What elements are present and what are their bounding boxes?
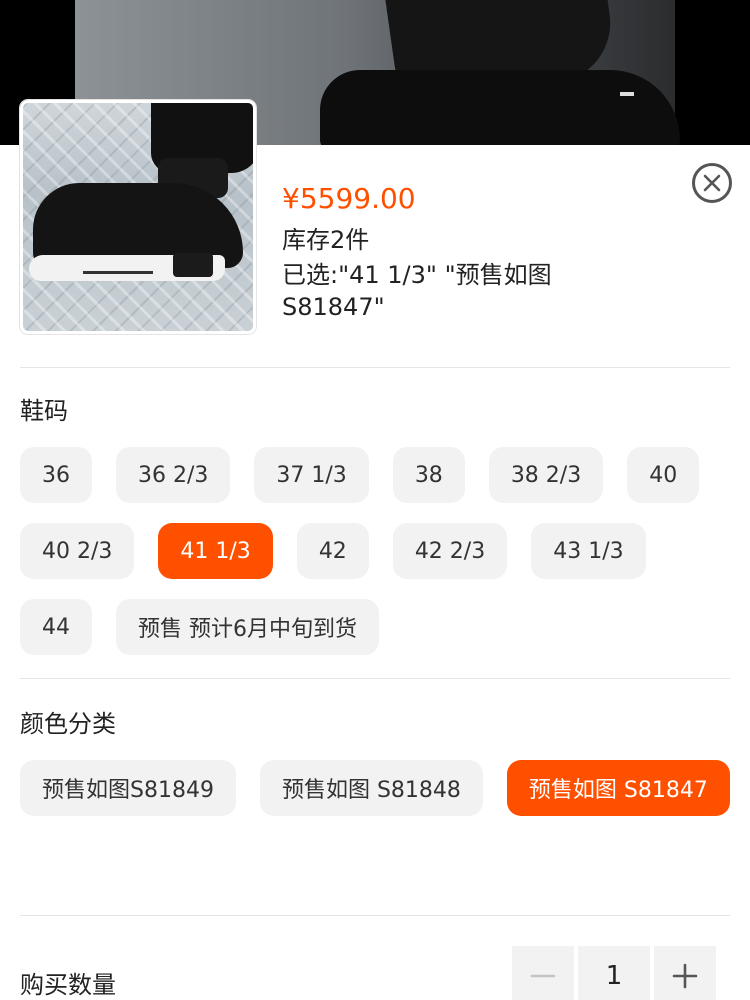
size-option[interactable]: 43 1/3: [531, 523, 646, 579]
color-section-title: 颜色分类: [20, 710, 116, 738]
close-icon: [703, 174, 721, 192]
size-option[interactable]: 40: [627, 447, 700, 503]
plus-icon: [672, 963, 698, 989]
background-logo-mark: [620, 92, 634, 96]
thumbnail-shoe-line: [83, 271, 153, 274]
product-stock: 库存2件: [282, 226, 370, 254]
size-option[interactable]: 38: [392, 447, 465, 503]
quantity-value[interactable]: 1: [578, 946, 650, 1000]
product-info: ¥5599.00 库存2件 已选:"41 1/3" "预售如图S81847": [282, 181, 682, 323]
size-option[interactable]: 36 2/3: [116, 447, 231, 503]
size-option[interactable]: 42 2/3: [392, 523, 508, 579]
selected-summary: 已选:"41 1/3" "预售如图S81847": [282, 261, 552, 321]
color-options: 预售如图S81849 预售如图 S81848 预售如图 S81847: [20, 760, 740, 816]
close-button[interactable]: [692, 163, 732, 203]
size-option[interactable]: 预售 预计6月中旬到货: [116, 599, 379, 655]
product-thumbnail: [20, 100, 256, 334]
size-option[interactable]: 36: [20, 447, 92, 503]
size-option[interactable]: 40 2/3: [20, 523, 135, 579]
size-section-title: 鞋码: [20, 397, 68, 425]
size-option[interactable]: 44: [20, 599, 92, 655]
color-option[interactable]: 预售如图S81849: [20, 760, 236, 816]
size-option[interactable]: 42: [296, 523, 369, 579]
background-shoe: [320, 70, 680, 145]
product-price: ¥5599.00: [282, 182, 416, 215]
increase-button[interactable]: [654, 946, 716, 1000]
size-options: 36 36 2/3 37 1/3 38 38 2/3 40 40 2/3 41 1/3 42 42…: [20, 447, 740, 655]
color-option[interactable]: 预售如图 S81847: [506, 760, 730, 816]
quantity-stepper: 1: [512, 946, 716, 1000]
size-option[interactable]: 37 1/3: [254, 447, 369, 503]
divider: [20, 678, 730, 679]
size-option[interactable]: 38 2/3: [488, 447, 604, 503]
color-option[interactable]: 预售如图 S81848: [259, 760, 483, 816]
quantity-label: 购买数量: [20, 971, 116, 999]
minus-icon: [530, 974, 556, 978]
decrease-button[interactable]: [512, 946, 574, 1000]
thumbnail-shoe-block: [173, 253, 213, 277]
divider: [20, 915, 730, 916]
size-option[interactable]: 41 1/3: [158, 523, 273, 579]
divider: [20, 367, 730, 368]
